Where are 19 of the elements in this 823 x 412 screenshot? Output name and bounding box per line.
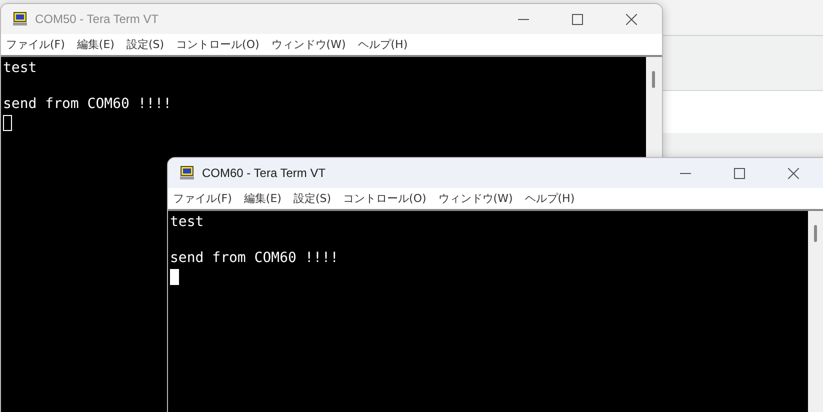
terminal-line: test [170,213,205,231]
terminal-icon [180,166,194,180]
menu-item[interactable]: ヘルプ(H) [524,191,575,206]
scrollbar[interactable] [808,211,823,412]
terminal-line: test [3,59,38,77]
maximize-icon [572,14,582,24]
menu-item[interactable]: コントロール(O) [343,191,426,206]
menu-item[interactable]: 設定(S) [293,191,332,206]
window-title: COM60 - Tera Term VT [202,166,326,180]
terminal-line: send from COM60 !!!! [3,95,173,113]
terminal-line: send from COM60 !!!! [170,249,340,267]
menu-item[interactable]: ファイル(F) [173,191,232,206]
close-icon [788,168,798,178]
menu-item[interactable]: ウィンドウ(W) [438,191,513,206]
maximize-icon [734,168,744,178]
window-title: COM50 - Tera Term VT [35,12,159,26]
terminal-icon [13,12,27,26]
close-icon [626,14,636,24]
menu-item[interactable]: 編集(E) [244,191,282,206]
